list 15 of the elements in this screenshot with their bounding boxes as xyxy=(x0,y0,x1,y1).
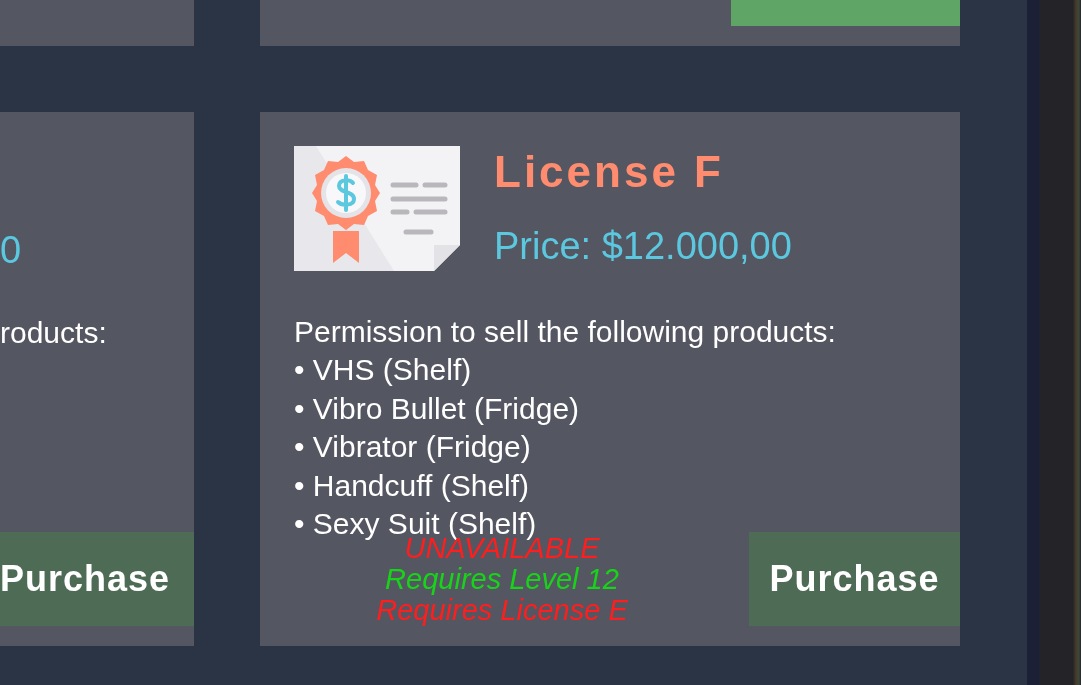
certificate-icon xyxy=(294,146,460,271)
product-item: • Handcuff (Shelf) xyxy=(294,467,531,504)
purchase-button[interactable]: Purchase xyxy=(0,532,194,626)
product-item: • VHS (Shelf) xyxy=(294,352,473,389)
price-text: 0 xyxy=(0,228,23,272)
product-item: • Vibro Bullet (Fridge) xyxy=(294,390,581,427)
requirement-text: Requires Level 12 xyxy=(385,563,619,595)
purchase-button[interactable]: Purchase xyxy=(749,532,960,627)
purchase-button[interactable] xyxy=(731,0,960,26)
license-title: License F xyxy=(494,146,725,198)
description-text: Permission to sell the following products: xyxy=(294,314,837,350)
product-item: • Vibrator (Fridge) xyxy=(294,429,532,466)
price-text: Price: $12.000,00 xyxy=(494,224,792,268)
description-text: roducts: xyxy=(0,315,108,351)
requirement-text: Requires License E xyxy=(376,594,628,626)
